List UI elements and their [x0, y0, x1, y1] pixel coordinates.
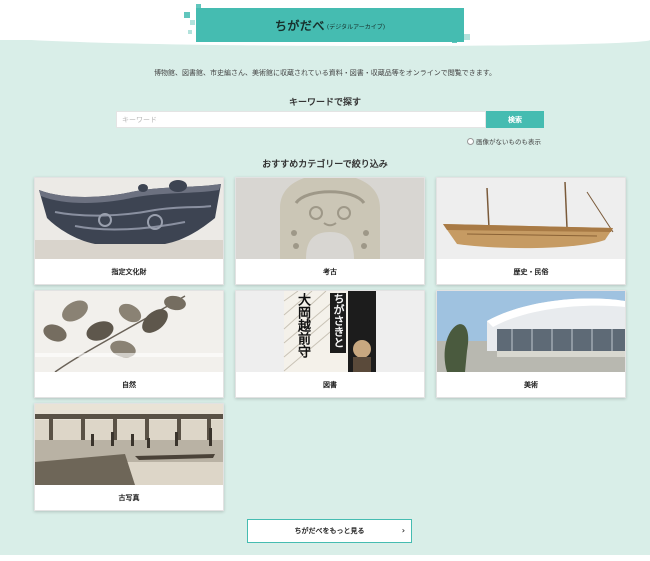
boat-model-image [437, 178, 625, 259]
category-card-nature[interactable]: 自然 [34, 290, 224, 398]
book-cover-image: 大岡越前守 ちがさきと [236, 291, 424, 372]
category-label: 古写真 [118, 494, 140, 502]
header-decoration [184, 12, 190, 18]
category-card-history-folklore[interactable]: 歴史・民俗 [436, 177, 626, 285]
category-card-books[interactable]: 大岡越前守 ちがさきと 図書 [235, 290, 425, 398]
header-decoration [464, 34, 470, 40]
category-card-old-photos[interactable]: 古写真 [34, 403, 224, 511]
search-bar: 検索 [116, 111, 544, 128]
search-button[interactable]: 検索 [486, 111, 544, 128]
category-label: 歴史・民俗 [513, 268, 549, 276]
category-label: 図書 [323, 381, 337, 389]
chevron-right-icon: › [401, 526, 405, 535]
bottom-band [0, 555, 650, 561]
pottery-image [35, 178, 223, 259]
header-decoration [190, 20, 195, 25]
book-title-line1: ちがさきと [332, 293, 345, 348]
haniwa-image [236, 178, 424, 259]
category-card-designated-cultural-property[interactable]: 指定文化財 [34, 177, 224, 285]
site-title: ちがだべ [274, 18, 325, 33]
book-title-vertical: 大岡越前守 [294, 293, 311, 371]
search-input[interactable] [116, 111, 486, 128]
category-label: 指定文化財 [111, 268, 147, 276]
see-more-button[interactable]: ちがだべをもっと見る › [247, 519, 412, 543]
old-photo-image [35, 404, 223, 485]
category-heading: おすすめカテゴリーで絞り込み [262, 160, 388, 170]
plant-specimen-image [35, 291, 223, 372]
book-subtitle-vertical: ちがさきと [330, 293, 346, 353]
category-card-art[interactable]: 美術 [436, 290, 626, 398]
site-description: 博物館、図書館、市史編さん、美術館に収蔵されている資料・図書・収蔵品等をオンライ… [153, 69, 497, 77]
show-without-image-label: 画像がないものも表示 [476, 138, 541, 146]
keyword-search-heading: キーワードで探す [288, 98, 361, 108]
see-more-label: ちがだべをもっと見る [294, 527, 365, 535]
category-card-archaeology[interactable]: 考古 [235, 177, 425, 285]
category-label: 考古 [323, 268, 337, 276]
museum-building-image [437, 291, 625, 372]
show-without-image-checkbox[interactable] [467, 137, 474, 145]
category-label: 美術 [524, 381, 538, 389]
header-decoration [188, 30, 192, 34]
book-title-line2: 大岡越前守 [295, 293, 310, 358]
site-subtitle: (デジタルアーカイブ) [326, 24, 386, 31]
show-without-image-option[interactable]: 画像がないものも表示 [467, 136, 541, 146]
site-header[interactable]: ちがだべ (デジタルアーカイブ) [196, 8, 464, 42]
category-label: 自然 [122, 381, 136, 389]
